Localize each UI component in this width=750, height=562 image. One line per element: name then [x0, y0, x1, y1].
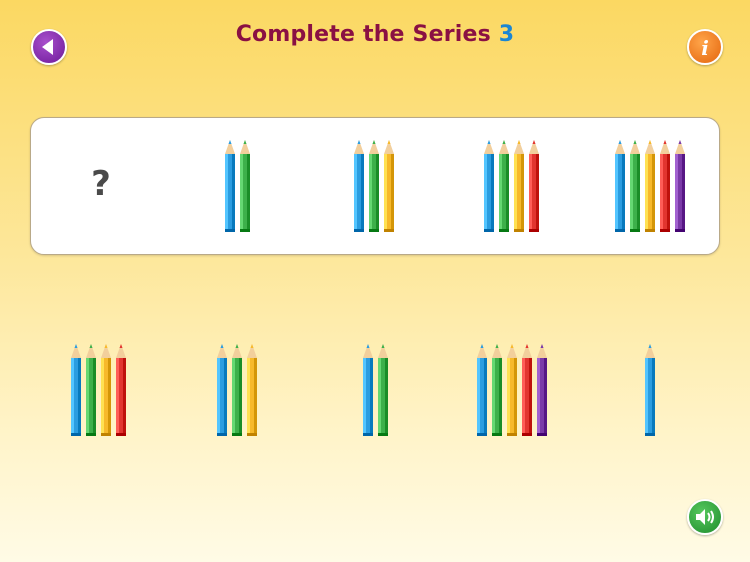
back-arrow-icon [42, 39, 53, 55]
blue-pencil [484, 140, 494, 232]
yellow-pencil [514, 140, 524, 232]
info-icon: i [701, 36, 709, 60]
page-title: Complete the Series 3 [0, 22, 750, 47]
level-number: 3 [498, 22, 515, 47]
yellow-pencil [645, 140, 655, 232]
title-text: Complete the Series [235, 22, 491, 47]
green-pencil [499, 140, 509, 232]
blue-pencil [363, 344, 373, 436]
svg-text:i: i [701, 36, 709, 60]
info-button[interactable]: i [687, 29, 723, 65]
missing-item-question-mark: ? [91, 164, 111, 204]
purple-pencil [537, 344, 547, 436]
speaker-icon [696, 509, 714, 525]
blue-pencil [477, 344, 487, 436]
red-pencil [660, 140, 670, 232]
green-pencil [86, 344, 96, 436]
sound-button[interactable] [687, 499, 723, 535]
green-pencil [378, 344, 388, 436]
red-pencil [522, 344, 532, 436]
yellow-pencil [101, 344, 111, 436]
blue-pencil [225, 140, 235, 232]
green-pencil [492, 344, 502, 436]
blue-pencil [645, 344, 655, 436]
green-pencil [630, 140, 640, 232]
red-pencil [529, 140, 539, 232]
blue-pencil [71, 344, 81, 436]
blue-pencil [615, 140, 625, 232]
yellow-pencil [507, 344, 517, 436]
purple-pencil [675, 140, 685, 232]
red-pencil [116, 344, 126, 436]
yellow-pencil [384, 140, 394, 232]
yellow-pencil [247, 344, 257, 436]
green-pencil [369, 140, 379, 232]
back-button[interactable] [31, 29, 67, 65]
blue-pencil [354, 140, 364, 232]
blue-pencil [217, 344, 227, 436]
green-pencil [232, 344, 242, 436]
green-pencil [240, 140, 250, 232]
